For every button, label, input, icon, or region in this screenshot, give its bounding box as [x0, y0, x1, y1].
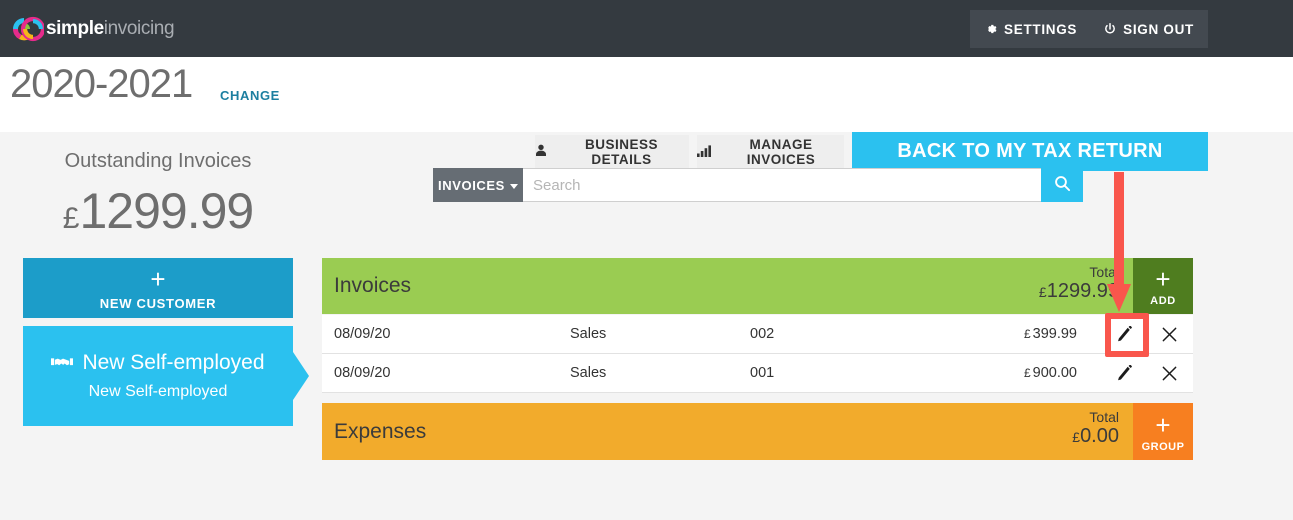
search-bar: INVOICES — [433, 168, 1083, 202]
power-icon — [1103, 22, 1117, 36]
table-row[interactable]: 08/09/20 Sales 001 £900.00 — [322, 354, 1193, 393]
plus-icon: + — [1155, 264, 1171, 294]
new-customer-label: NEW CUSTOMER — [99, 295, 217, 311]
change-year-link[interactable]: CHANGE — [220, 88, 280, 103]
top-navigation-bar: simpleinvoicing SETTINGS SIGN OUT — [0, 0, 1293, 57]
invoice-number: 001 — [750, 365, 775, 381]
settings-button[interactable]: SETTINGS — [984, 22, 1077, 37]
add-expense-group-button[interactable]: + GROUP — [1133, 403, 1193, 460]
logo-word-invoicing: invoicing — [103, 18, 175, 39]
manage-invoices-button[interactable]: MANAGE INVOICES — [697, 135, 844, 169]
outstanding-currency: £ — [62, 202, 80, 235]
add-invoice-button[interactable]: + ADD — [1133, 258, 1193, 314]
back-to-tax-return-button[interactable]: BACK TO MY TAX RETURN — [852, 132, 1208, 171]
edit-invoice-icon[interactable] — [1113, 362, 1135, 384]
expenses-title: Expenses — [334, 419, 427, 443]
expenses-total: Total £0.00 — [1072, 409, 1119, 448]
invoice-amount-value: 399.99 — [1032, 326, 1077, 342]
add-group-label: GROUP — [1141, 440, 1185, 453]
plus-icon: + — [1155, 409, 1171, 440]
invoice-currency: £ — [1023, 366, 1031, 380]
handshake-icon — [51, 351, 74, 375]
plus-icon: + — [150, 263, 166, 294]
sign-out-label: SIGN OUT — [1123, 21, 1194, 37]
expenses-total-value: 0.00 — [1080, 425, 1119, 448]
invoices-title: Invoices — [334, 274, 412, 297]
app-page: simpleinvoicing SETTINGS SIGN OUT 2020-2… — [0, 0, 1293, 520]
invoice-type: Sales — [570, 326, 607, 342]
gear-icon — [984, 22, 998, 36]
invoice-currency: £ — [1023, 327, 1031, 341]
sign-out-button[interactable]: SIGN OUT — [1103, 22, 1194, 37]
expenses-total-amount: £0.00 — [1072, 425, 1119, 448]
person-icon — [535, 144, 547, 160]
new-customer-button[interactable]: + NEW CUSTOMER — [23, 258, 293, 318]
invoice-number: 002 — [750, 326, 775, 342]
annotation-arrow-icon — [1106, 172, 1132, 314]
annotation-highlight-box — [1105, 313, 1149, 357]
invoices-filter-label: INVOICES — [438, 177, 505, 193]
search-input[interactable] — [523, 168, 1041, 202]
new-self-employed-panel[interactable]: New Self-employed New Self-employed — [23, 326, 293, 426]
business-details-label: BUSINESS DETAILS — [584, 137, 659, 167]
invoices-filter-dropdown[interactable]: INVOICES — [433, 168, 523, 202]
outstanding-invoices-amount: £1299.99 — [23, 182, 293, 240]
search-button[interactable] — [1041, 168, 1083, 202]
expenses-total-label: Total — [1089, 409, 1119, 425]
invoice-amount-value: 900.00 — [1032, 365, 1077, 381]
top-actions-group: SETTINGS SIGN OUT — [970, 10, 1208, 48]
business-details-button[interactable]: BUSINESS DETAILS — [535, 135, 689, 169]
tax-year-title: 2020-2021 — [10, 62, 193, 106]
invoice-date: 08/09/20 — [334, 365, 391, 381]
chevron-down-icon — [509, 183, 518, 189]
self-employed-title-row: New Self-employed — [51, 351, 265, 375]
invoice-date: 08/09/20 — [334, 326, 391, 342]
app-logo[interactable]: simpleinvoicing — [10, 16, 175, 42]
self-employed-pointer — [293, 352, 309, 400]
outstanding-invoices-label: Outstanding Invoices — [64, 150, 252, 172]
delete-invoice-icon[interactable] — [1158, 323, 1180, 345]
outstanding-value: 1299.99 — [79, 183, 254, 239]
expenses-section-header: Expenses Total £0.00 — [322, 403, 1133, 460]
manage-invoices-label: MANAGE INVOICES — [746, 137, 816, 167]
go-logo-icon — [10, 16, 46, 42]
invoices-section-header: Invoices Total £1299.99 — [322, 258, 1133, 314]
invoice-type: Sales — [570, 365, 607, 381]
search-icon — [1054, 175, 1071, 195]
expenses-total-currency: £ — [1072, 429, 1081, 446]
self-employed-subtitle: New Self-employed — [88, 383, 228, 400]
bar-chart-icon — [697, 144, 711, 160]
logo-wordmark: simpleinvoicing — [46, 18, 175, 40]
add-invoice-label: ADD — [1150, 295, 1176, 307]
table-row[interactable]: 08/09/20 Sales 002 £399.99 — [322, 315, 1193, 354]
invoice-amount: £399.99 — [1024, 326, 1077, 342]
delete-invoice-icon[interactable] — [1158, 362, 1180, 384]
self-employed-title: New Self-employed — [82, 351, 265, 374]
sub-header-bar: 2020-2021 CHANGE BUSINESS DETAILS MANAGE… — [0, 57, 1293, 171]
invoices-total-currency: £ — [1038, 284, 1047, 301]
logo-word-simple: simple — [46, 18, 104, 39]
settings-label: SETTINGS — [1004, 21, 1078, 37]
invoice-amount: £900.00 — [1024, 365, 1077, 381]
